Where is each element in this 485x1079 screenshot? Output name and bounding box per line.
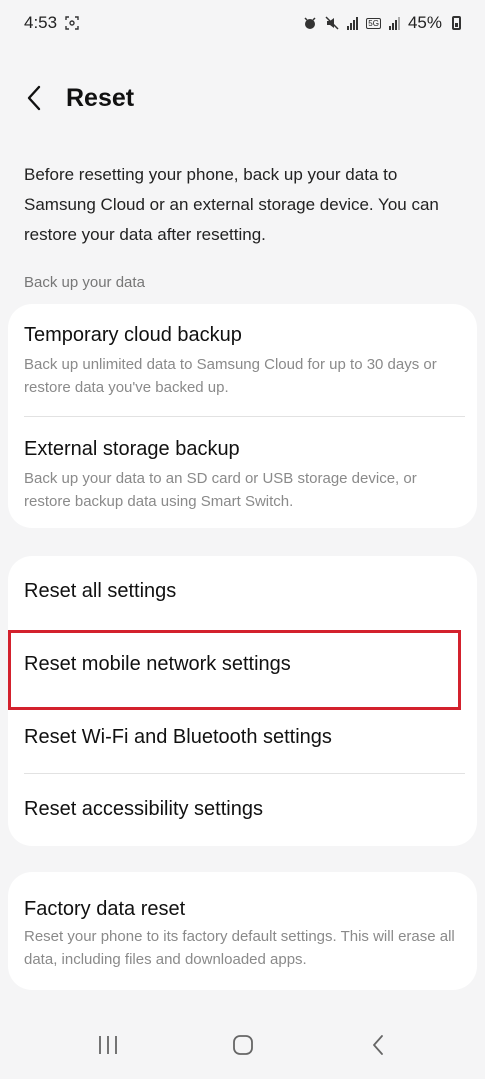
temporary-cloud-backup-item[interactable]: Temporary cloud backup Back up unlimited… xyxy=(24,324,465,399)
recent-apps-icon xyxy=(98,1035,117,1054)
list-item-title: Reset mobile network settings xyxy=(24,653,291,675)
app-header: Reset xyxy=(0,70,485,126)
list-item-title: Reset all settings xyxy=(24,580,177,602)
reset-options-card: Reset all settings Reset mobile network … xyxy=(8,556,477,846)
list-item-subtitle: Back up your data to an SD card or USB s… xyxy=(24,470,417,510)
reset-accessibility-settings-item[interactable]: Reset accessibility settings xyxy=(24,798,465,821)
chevron-left-icon xyxy=(27,85,41,111)
list-item-subtitle: Reset your phone to its factory default … xyxy=(24,928,455,968)
list-item-title: Reset accessibility settings xyxy=(24,798,263,820)
battery-percent: 45% xyxy=(407,13,442,32)
recent-apps-button[interactable] xyxy=(78,1015,138,1075)
system-nav-bar xyxy=(0,1010,485,1079)
reset-all-settings-item[interactable]: Reset all settings xyxy=(24,580,465,603)
status-time: 4:53 xyxy=(24,13,58,32)
chevron-left-icon xyxy=(372,1034,383,1055)
backup-section-label: Back up your data xyxy=(24,274,145,291)
signal-strength-icon xyxy=(388,16,400,30)
signal-icon xyxy=(347,16,359,30)
factory-data-reset-item[interactable]: Factory data reset Reset your phone to i… xyxy=(24,898,465,971)
reset-mobile-network-settings-item[interactable]: Reset mobile network settings xyxy=(24,653,465,676)
factory-reset-card: Factory data reset Reset your phone to i… xyxy=(8,872,477,990)
network-type-badge: 5G xyxy=(366,17,381,29)
intro-text: Before resetting your phone, back up you… xyxy=(24,165,439,244)
divider xyxy=(24,416,465,417)
list-item-title: Factory data reset xyxy=(24,898,186,920)
list-item-subtitle: Back up unlimited data to Samsung Cloud … xyxy=(24,356,437,396)
screenshot-icon xyxy=(65,16,79,30)
backup-card: Temporary cloud backup Back up unlimited… xyxy=(8,304,477,528)
page-title: Reset xyxy=(66,83,135,112)
reset-wifi-bluetooth-settings-item[interactable]: Reset Wi-Fi and Bluetooth settings xyxy=(24,726,465,749)
back-button[interactable] xyxy=(2,70,66,126)
list-item-title: Temporary cloud backup xyxy=(24,324,242,346)
home-icon xyxy=(232,1034,253,1055)
mute-icon xyxy=(325,16,339,30)
status-bar: 4:53 5G 45% xyxy=(0,0,485,46)
alarm-icon xyxy=(303,16,317,30)
home-button[interactable] xyxy=(213,1015,273,1075)
external-storage-backup-item[interactable]: External storage backup Back up your dat… xyxy=(24,438,465,513)
back-nav-button[interactable] xyxy=(348,1015,408,1075)
battery-icon xyxy=(452,16,461,30)
list-item-title: Reset Wi-Fi and Bluetooth settings xyxy=(24,726,332,748)
divider xyxy=(24,773,465,774)
list-item-title: External storage backup xyxy=(24,438,240,460)
